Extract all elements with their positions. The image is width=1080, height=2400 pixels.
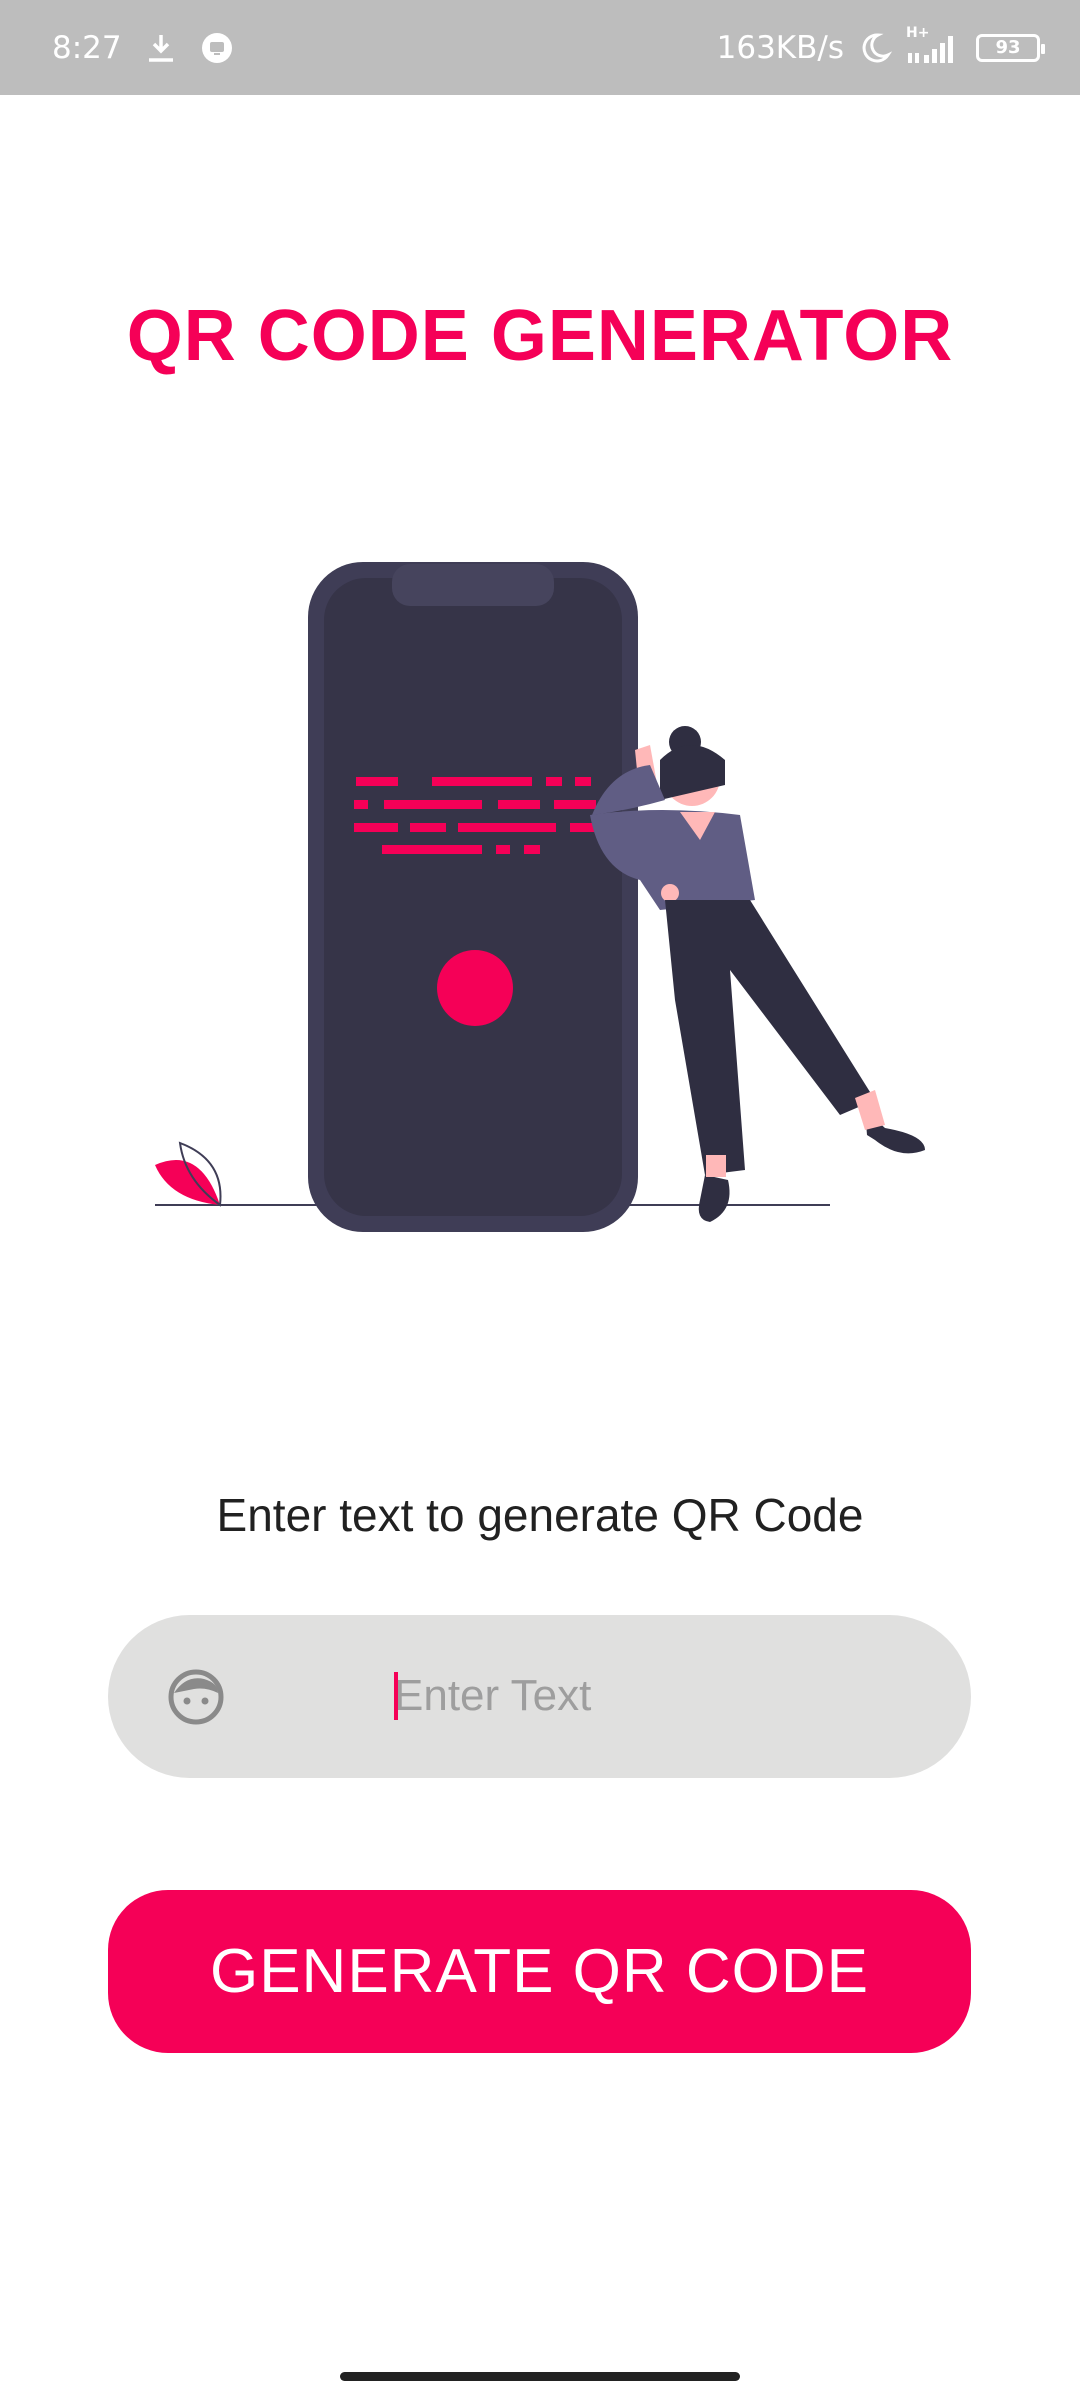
battery-level: 93 <box>995 37 1021 58</box>
moon-icon <box>858 31 892 65</box>
face-icon <box>166 1667 226 1727</box>
text-input[interactable] <box>394 1655 954 1737</box>
network-speed: 163KB/s <box>716 29 844 66</box>
text-cursor <box>394 1672 398 1720</box>
home-indicator[interactable] <box>340 2372 740 2381</box>
network-type: H+ <box>906 24 930 41</box>
status-time: 8:27 <box>52 29 122 66</box>
download-icon <box>144 31 178 65</box>
generate-qr-button[interactable]: GENERATE QR CODE <box>108 1890 971 2053</box>
input-prompt-label: Enter text to generate QR Code <box>216 1489 864 1541</box>
screen-record-icon <box>200 31 234 65</box>
battery-indicator: 93 <box>976 33 1045 62</box>
status-bar: 8:27 163KB/s H+ 93 <box>0 0 1080 95</box>
signal-icon: H+ <box>906 25 962 65</box>
text-input-container[interactable] <box>108 1615 971 1778</box>
page-title: QR CODE GENERATOR <box>126 296 954 376</box>
hero-illustration <box>140 550 940 1250</box>
